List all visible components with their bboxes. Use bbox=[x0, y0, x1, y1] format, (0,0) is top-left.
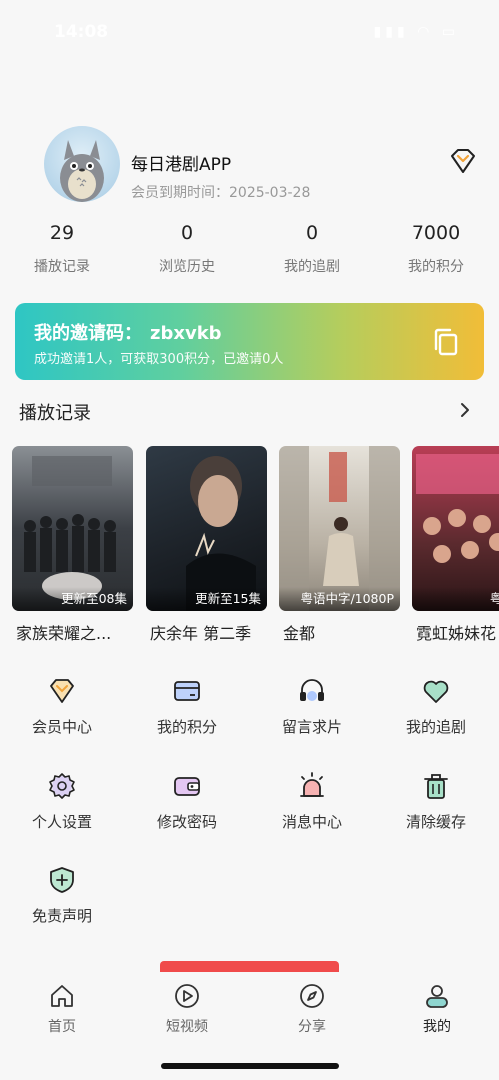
poster-image[interactable]: 更新至08集 bbox=[12, 446, 133, 611]
avatar[interactable] bbox=[44, 126, 120, 202]
menu-label: 消息中心 bbox=[281, 813, 342, 831]
chevron-right-icon[interactable] bbox=[456, 400, 474, 420]
stat-following[interactable]: 0 我的追剧 bbox=[262, 222, 362, 276]
stat-browse-history[interactable]: 0 浏览历史 bbox=[137, 222, 237, 276]
home-icon bbox=[51, 985, 73, 1007]
points-card-icon bbox=[174, 681, 200, 701]
poster-image[interactable]: 更新至15集 bbox=[146, 446, 267, 611]
tab-mine[interactable]: 我的 bbox=[392, 982, 482, 1036]
home-indicator bbox=[161, 1063, 339, 1069]
stat-play-history[interactable]: 29 播放记录 bbox=[12, 222, 112, 276]
wallet-icon bbox=[174, 777, 200, 796]
poster-title: 家族荣耀之... bbox=[16, 624, 112, 643]
menu-personal-settings[interactable]: 个人设置 bbox=[12, 771, 112, 832]
stat-value: 0 bbox=[180, 222, 194, 244]
menu-label: 个人设置 bbox=[31, 813, 92, 831]
history-item[interactable]: 更新至15集 庆余年 第二季 bbox=[146, 446, 267, 644]
stat-label: 播放记录 bbox=[34, 259, 90, 275]
shield-icon bbox=[50, 867, 74, 893]
tab-share[interactable]: 分享 bbox=[267, 982, 357, 1036]
vip-diamond-icon bbox=[50, 679, 74, 703]
play-circle-icon bbox=[175, 984, 199, 1008]
stat-label: 浏览历史 bbox=[159, 259, 215, 275]
menu-vip-center[interactable]: 会员中心 bbox=[12, 676, 112, 737]
invite-card: 我的邀请码： zbxvkb 成功邀请1人，可获取300积分，已邀请0人 bbox=[15, 303, 484, 380]
status-bar: 14:08 ▮▮▮ ◠ ▭ bbox=[0, 0, 499, 60]
tab-label: 分享 bbox=[298, 1019, 326, 1035]
history-item[interactable]: 粤语/7 霓虹姊妹花 bbox=[412, 446, 499, 644]
invite-code-value[interactable]: zbxvkb bbox=[150, 323, 222, 344]
invite-code-row: 我的邀请码： zbxvkb bbox=[34, 319, 222, 345]
episode-badge: 粤语中字/1080P bbox=[279, 587, 400, 611]
poster-title: 金都 bbox=[283, 624, 316, 643]
totoro-avatar-icon bbox=[60, 140, 104, 202]
stat-value: 7000 bbox=[411, 222, 461, 244]
menu-label: 会员中心 bbox=[31, 718, 92, 736]
vip-diamond-icon[interactable] bbox=[446, 145, 480, 179]
stat-label: 我的追剧 bbox=[284, 259, 340, 275]
menu-disclaimer[interactable]: 免责声明 bbox=[12, 865, 112, 926]
menu-my-points[interactable]: 我的积分 bbox=[137, 676, 237, 737]
trash-icon bbox=[424, 774, 448, 799]
menu-label: 修改密码 bbox=[156, 813, 217, 831]
history-section-title: 播放记录 bbox=[19, 403, 91, 424]
profile-name: 每日港剧APP bbox=[131, 155, 232, 175]
menu-message-center[interactable]: 消息中心 bbox=[262, 771, 362, 832]
menu-label: 清除缓存 bbox=[405, 813, 466, 831]
menu-change-password[interactable]: 修改密码 bbox=[137, 771, 237, 832]
poster-title: 霓虹姊妹花 bbox=[416, 624, 497, 643]
menu-label: 我的积分 bbox=[156, 718, 217, 736]
episode-badge: 更新至15集 bbox=[146, 587, 267, 611]
heart-icon bbox=[423, 680, 449, 703]
history-poster-row[interactable]: 更新至08集 家族荣耀之... 更新至15集 庆余年 第二季 粤语中字/1080… bbox=[0, 446, 499, 646]
history-item[interactable]: 粤语中字/1080P 金都 bbox=[279, 446, 400, 644]
stat-label: 我的积分 bbox=[408, 259, 464, 275]
stat-value: 0 bbox=[305, 222, 319, 244]
compass-icon bbox=[300, 984, 324, 1008]
tab-label: 首页 bbox=[48, 1019, 76, 1035]
menu-request-movie[interactable]: 留言求片 bbox=[262, 676, 362, 737]
status-time: 14:08 bbox=[54, 22, 109, 42]
menu-label: 留言求片 bbox=[281, 718, 342, 736]
copy-icon[interactable] bbox=[432, 327, 460, 357]
vip-expire-date: 会员到期时间：2025-03-28 bbox=[131, 185, 311, 201]
gear-icon bbox=[49, 773, 75, 799]
tab-label: 我的 bbox=[423, 1019, 451, 1035]
invite-code-label: 我的邀请码： bbox=[34, 323, 142, 344]
tab-label: 短视频 bbox=[166, 1019, 208, 1035]
headset-icon bbox=[300, 679, 324, 701]
menu-label: 免责声明 bbox=[31, 907, 92, 925]
episode-badge: 更新至08集 bbox=[12, 587, 133, 611]
status-icons: ▮▮▮ ◠ ▭ bbox=[373, 24, 459, 40]
poster-title: 庆余年 第二季 bbox=[150, 624, 252, 643]
menu-my-following[interactable]: 我的追剧 bbox=[386, 676, 486, 737]
tab-short-video[interactable]: 短视频 bbox=[142, 982, 232, 1036]
tab-home[interactable]: 首页 bbox=[17, 982, 107, 1036]
history-item[interactable]: 更新至08集 家族荣耀之... bbox=[12, 446, 133, 644]
user-icon bbox=[426, 985, 448, 1008]
invite-subtitle: 成功邀请1人，可获取300积分，已邀请0人 bbox=[34, 352, 284, 367]
menu-label: 我的追剧 bbox=[405, 718, 466, 736]
poster-image[interactable]: 粤语/7 bbox=[412, 446, 499, 611]
poster-image[interactable]: 粤语中字/1080P bbox=[279, 446, 400, 611]
episode-badge: 粤语/7 bbox=[412, 587, 499, 611]
stat-value: 29 bbox=[49, 222, 75, 244]
alarm-icon bbox=[300, 772, 324, 797]
stat-points[interactable]: 7000 我的积分 bbox=[386, 222, 486, 276]
menu-clear-cache[interactable]: 清除缓存 bbox=[386, 771, 486, 832]
